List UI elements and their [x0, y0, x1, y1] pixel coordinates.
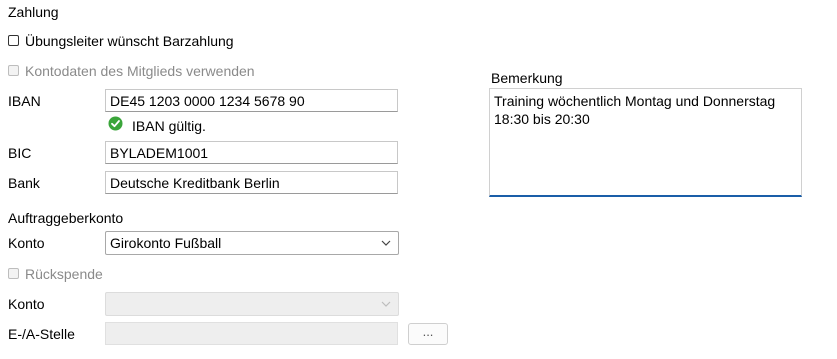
remark-label: Bemerkung	[491, 70, 563, 86]
iban-input[interactable]: DE45 1203 0000 1234 5678 90	[105, 89, 398, 112]
chevron-down-icon	[381, 240, 391, 246]
iban-label: IBAN	[8, 93, 41, 109]
ruckspende-label: Rückspende	[25, 266, 103, 282]
bank-input[interactable]: Deutsche Kreditbank Berlin	[105, 171, 398, 194]
chevron-down-icon	[381, 301, 391, 307]
bic-input[interactable]: BYLADEM1001	[105, 141, 398, 164]
bic-label: BIC	[8, 145, 32, 161]
check-circle-icon	[108, 116, 123, 131]
cost-center-input	[105, 322, 398, 345]
cost-center-browse-button: ...	[408, 323, 448, 345]
donation-account-select	[105, 292, 399, 316]
donation-account-label: Konto	[8, 296, 45, 312]
cost-center-label: E-/A-Stelle	[8, 326, 75, 342]
client-account-label: Konto	[8, 235, 45, 251]
iban-status-text: IBAN gültig.	[132, 118, 206, 134]
cash-payment-label[interactable]: Übungsleiter wünscht Barzahlung	[25, 32, 234, 50]
client-account-section-title: Auftraggeberkonto	[8, 210, 124, 226]
cash-payment-checkbox[interactable]	[8, 35, 19, 46]
use-member-account-checkbox	[8, 65, 19, 76]
client-account-select[interactable]: Girokonto Fußball	[105, 231, 399, 255]
client-account-value: Girokonto Fußball	[110, 235, 222, 251]
use-member-account-label: Kontodaten des Mitglieds verwenden	[25, 63, 255, 79]
bank-label: Bank	[8, 175, 40, 191]
ruckspende-checkbox	[8, 268, 19, 279]
remark-textarea[interactable]: Training wöchentlich Montag und Donnerst…	[489, 88, 802, 197]
payment-section-title: Zahlung	[8, 4, 59, 20]
